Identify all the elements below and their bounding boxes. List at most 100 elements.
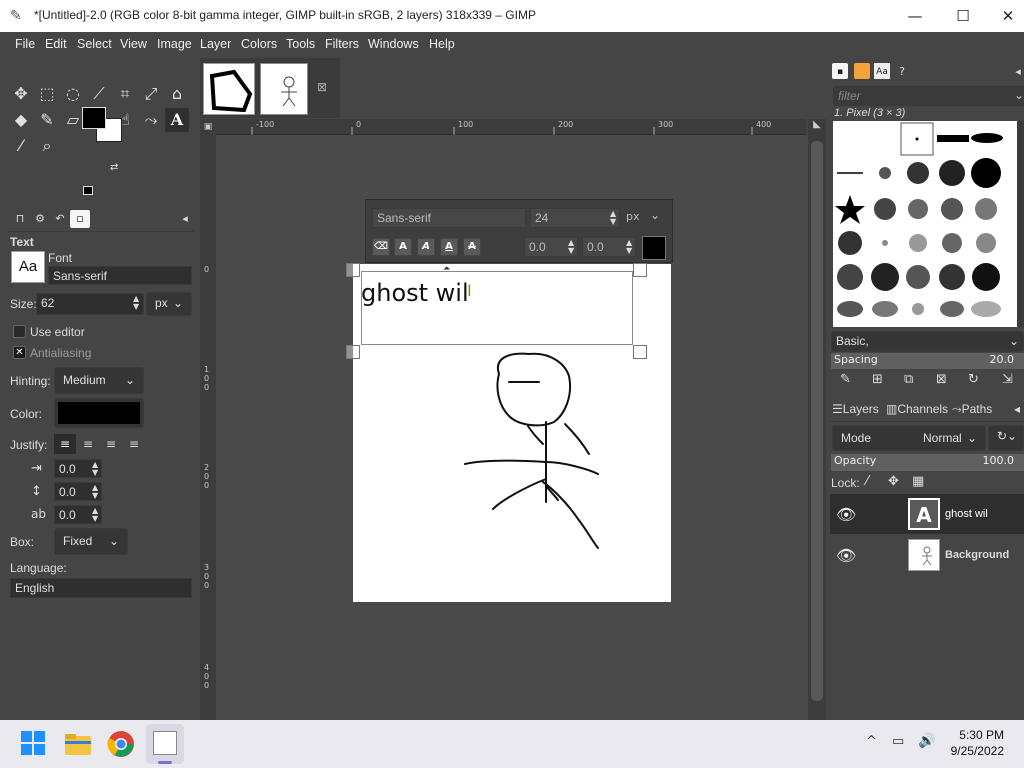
brushes-tab-icon[interactable]: ▪ <box>832 63 848 79</box>
menu-tools[interactable]: Tools <box>286 37 315 51</box>
style-size-field[interactable]: 24 <box>530 208 620 228</box>
font-preview-button[interactable]: Aa <box>11 251 45 283</box>
chrome-icon[interactable] <box>107 730 135 758</box>
menu-file[interactable]: File <box>15 37 35 51</box>
size-field[interactable]: 62 <box>36 293 144 315</box>
layer-name[interactable]: Background <box>945 549 1009 561</box>
rect-select-icon[interactable]: ⬚ <box>35 82 59 106</box>
scrollbar-thumb[interactable] <box>811 141 823 701</box>
menu-help[interactable]: Help <box>429 37 455 51</box>
menu-windows[interactable]: Windows <box>368 37 419 51</box>
menu-edit[interactable]: Edit <box>45 37 67 51</box>
network-icon[interactable]: ▭ <box>892 734 904 749</box>
menu-select[interactable]: Select <box>77 37 112 51</box>
fonts-tab-icon[interactable]: Aa <box>874 63 890 79</box>
clear-style-icon[interactable]: ⌫ <box>372 238 390 256</box>
maximize-button[interactable]: ☐ <box>940 4 986 28</box>
crop-icon[interactable]: ⌗ <box>113 82 137 106</box>
brush-set-select[interactable]: Basic, ⌄ <box>831 331 1024 352</box>
text-box-handle-tl[interactable] <box>346 263 360 277</box>
image-tab-2[interactable] <box>260 63 308 115</box>
configure-tab-icon[interactable]: ◂ <box>1014 402 1020 416</box>
letter-spacing-spin-icon[interactable]: ▲ ▼ <box>92 507 98 523</box>
tab-layers[interactable]: ☰Layers <box>832 402 879 416</box>
chevron-down-icon[interactable]: ⌄ <box>1014 88 1024 102</box>
windows-start-icon[interactable] <box>20 730 48 758</box>
style-font-field[interactable]: Sans-serif <box>372 208 526 228</box>
move-icon[interactable]: ✥ <box>9 82 33 106</box>
vertical-scrollbar[interactable] <box>808 135 826 720</box>
text-box-handle-bl[interactable] <box>346 345 360 359</box>
bold-icon[interactable]: A <box>394 238 412 256</box>
close-button[interactable]: ✕ <box>985 4 1024 28</box>
configure-tab-icon[interactable]: ◂ <box>1012 63 1024 79</box>
layer-row[interactable]: 👁 Background <box>830 535 1024 575</box>
justify-fill-icon[interactable]: ≡ <box>123 434 145 454</box>
text-box-handle-top-icon[interactable]: ⏶ <box>443 264 450 274</box>
menu-view[interactable]: View <box>120 37 147 51</box>
color-picker-icon[interactable]: ⁄ <box>9 134 33 158</box>
lock-position-icon[interactable]: ✥ <box>888 474 899 489</box>
images-tab-icon[interactable]: ▫ <box>70 210 90 228</box>
file-explorer-icon[interactable] <box>64 730 92 758</box>
brush-scrollbar[interactable] <box>1017 121 1024 327</box>
size-unit-select[interactable]: px ⌄ <box>146 292 192 316</box>
text-icon[interactable]: A <box>165 108 189 132</box>
close-tab-icon[interactable]: ⊠ <box>317 80 327 94</box>
text-color-button[interactable] <box>54 398 144 428</box>
text-box-handle-tr[interactable] <box>633 263 647 277</box>
canvas-text[interactable]: ghost wil <box>361 279 469 307</box>
strikethrough-icon[interactable]: A <box>463 238 481 256</box>
fuzzy-select-icon[interactable]: ⟋ <box>87 82 111 106</box>
new-brush-icon[interactable]: ⊞ <box>872 372 883 387</box>
style-size-spin-icon[interactable]: ▲ ▼ <box>610 210 616 226</box>
menu-image[interactable]: Image <box>157 37 192 51</box>
justify-center-icon[interactable]: ≡ <box>100 434 122 454</box>
minimize-button[interactable]: — <box>892 4 938 28</box>
help-tab-icon[interactable]: ? <box>894 63 910 79</box>
menu-filters[interactable]: Filters <box>325 37 359 51</box>
undo-history-tab-icon[interactable]: ↶ <box>50 210 70 228</box>
menu-colors[interactable]: Colors <box>241 37 277 51</box>
duplicate-brush-icon[interactable]: ⧉ <box>904 372 913 387</box>
lock-pixels-icon[interactable]: ⁄ <box>866 474 868 489</box>
box-select[interactable]: Fixed ⌄ <box>54 528 128 555</box>
device-status-tab-icon[interactable]: ⚙ <box>30 210 50 228</box>
font-field[interactable]: Sans-serif <box>48 266 192 285</box>
opacity-slider[interactable]: Opacity 100.0 <box>831 454 1024 471</box>
clock-date[interactable]: 9/25/2022 <box>940 744 1004 758</box>
transform-icon[interactable]: ⤢ <box>139 82 163 106</box>
language-field[interactable]: English <box>10 578 192 598</box>
refresh-brushes-icon[interactable]: ↻ <box>968 372 979 387</box>
size-spin-icon[interactable]: ▲ ▼ <box>133 295 139 311</box>
volume-icon[interactable]: 🔊 <box>918 733 935 749</box>
zoom-lock-icon[interactable]: ◣ <box>808 119 826 135</box>
warp-icon[interactable]: ⌂ <box>165 82 189 106</box>
layer-row[interactable]: 👁 A ghost wil <box>830 494 1024 534</box>
lock-alpha-icon[interactable]: ▦ <box>912 474 924 489</box>
tab-channels[interactable]: ▥Channels <box>886 402 948 416</box>
eye-icon[interactable]: 👁 <box>836 546 856 565</box>
baseline-spin-icon[interactable]: ▲ ▼ <box>568 239 574 255</box>
layer-name[interactable]: ghost wil <box>945 508 988 520</box>
italic-icon[interactable]: A <box>417 238 435 256</box>
chevron-up-icon[interactable]: ^ <box>866 734 877 749</box>
open-brush-icon[interactable]: ⇲ <box>1002 372 1013 387</box>
clock-time[interactable]: 5:30 PM <box>948 728 1004 742</box>
style-color-button[interactable] <box>642 236 666 260</box>
zoom-icon[interactable]: ⌕ <box>35 134 59 158</box>
swap-colors-icon[interactable]: ⇄ <box>110 162 118 173</box>
line-spacing-spin-icon[interactable]: ▲ ▼ <box>92 484 98 500</box>
brush-filter-input[interactable]: filter <box>833 86 1024 106</box>
underline-icon[interactable]: A <box>440 238 458 256</box>
patterns-tab-icon[interactable] <box>854 63 870 79</box>
justify-left-icon[interactable]: ≡ <box>54 434 76 454</box>
lasso-icon[interactable]: ◌ <box>61 82 85 106</box>
eye-icon[interactable]: 👁 <box>836 505 856 524</box>
brush-grid[interactable] <box>833 121 1019 327</box>
gimp-taskbar-button[interactable] <box>146 724 184 764</box>
quick-mask-icon[interactable]: ▣ <box>200 119 216 135</box>
configure-tab-icon[interactable]: ◂ <box>175 210 195 228</box>
use-editor-checkbox[interactable] <box>13 325 26 338</box>
delete-brush-icon[interactable]: ⊠ <box>936 372 947 387</box>
